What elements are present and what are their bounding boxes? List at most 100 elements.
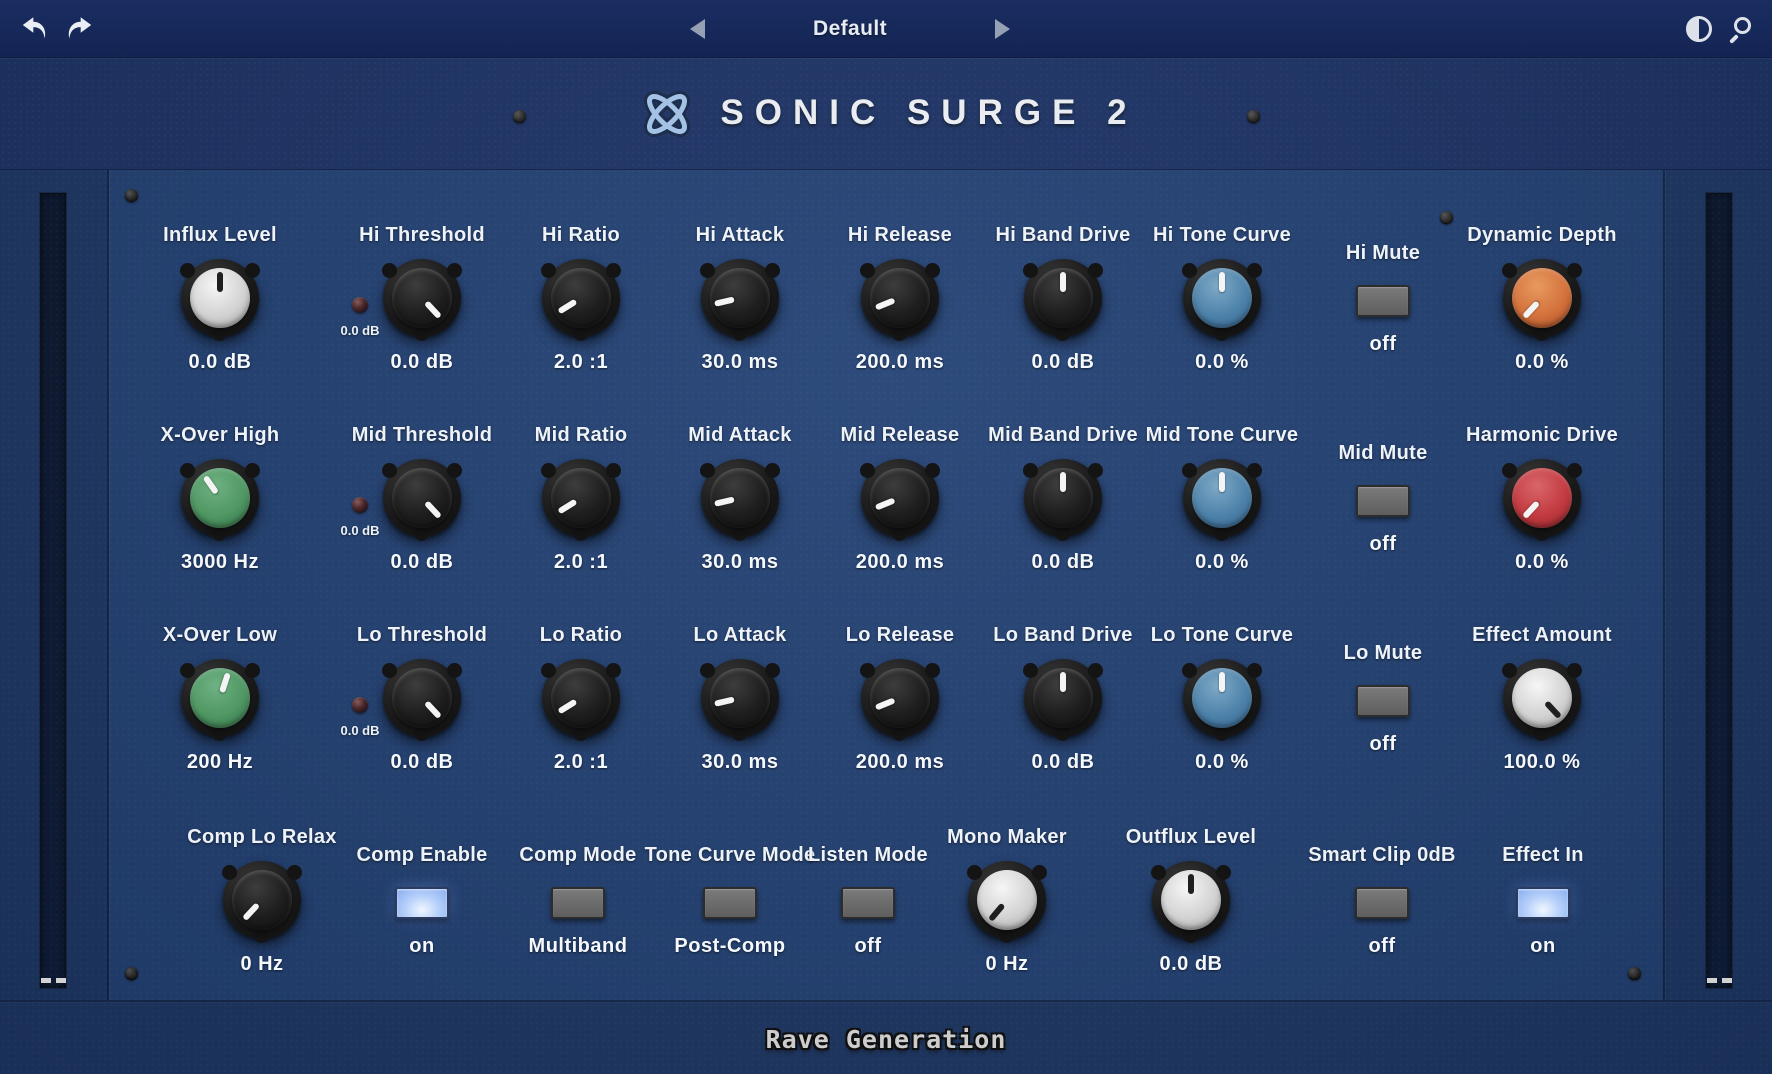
knob-notch [1534,726,1549,741]
effect-amount-label: Effect Amount [1447,623,1637,647]
knob-face [392,668,452,728]
knob-notch [414,326,429,341]
tone-curve-mode-toggle[interactable] [703,887,757,919]
hi-ratio-knob[interactable] [542,259,620,337]
mid-tone-curve-knob[interactable] [1183,459,1261,537]
next-preset-button[interactable] [995,19,1010,39]
mid-attack-knob[interactable] [701,459,779,537]
knob-notch [1055,726,1070,741]
knob-notch [180,663,195,678]
knob-pointer [1060,272,1066,292]
lo-ratio-knob[interactable] [542,659,620,737]
knob-notch [700,463,715,478]
knob-notch [765,263,780,278]
zoom-button[interactable] [1728,15,1756,43]
knob-notch [1055,526,1070,541]
knob-face [710,468,770,528]
knob-face [190,468,250,528]
influx-level-knob[interactable] [181,259,259,337]
lo-mute-toggle[interactable] [1356,685,1410,717]
knob-pointer [217,272,223,292]
contrast-theme-button[interactable] [1686,16,1712,42]
knob-pointer [1219,472,1225,492]
gain-reduction-led [352,497,368,513]
knob-notch [925,463,940,478]
hi-release-value: 200.0 ms [805,350,995,374]
undo-button[interactable] [16,11,52,47]
knob-notch [382,663,397,678]
lo-threshold-knob[interactable] [383,659,461,737]
knob-notch [541,663,556,678]
mid-band-drive-knob[interactable] [1024,459,1102,537]
lo-release-knob[interactable] [861,659,939,737]
outflux-level-knob[interactable] [1152,861,1230,939]
mid-ratio-knob[interactable] [542,459,620,537]
knob-face [977,870,1037,930]
hi-release-knob[interactable] [861,259,939,337]
comp-enable-toggle[interactable] [395,887,449,919]
knob-notch [765,663,780,678]
knob-notch [765,463,780,478]
mid-release-knob[interactable] [861,459,939,537]
knob-notch [382,263,397,278]
hi-threshold-knob[interactable] [383,259,461,337]
lo-release-value: 200.0 ms [805,750,995,774]
hi-tone-curve-knob[interactable] [1183,259,1261,337]
knob-notch [1567,463,1582,478]
knob-face [870,668,930,728]
knob-notch [1214,526,1229,541]
harmonic-drive-label: Harmonic Drive [1447,423,1637,447]
knob-face [551,468,611,528]
knob-face [392,268,452,328]
knob-notch [700,663,715,678]
comp-lo-relax-knob[interactable] [223,861,301,939]
harmonic-drive-knob[interactable] [1503,459,1581,537]
knob-notch [245,663,260,678]
knob-notch [1247,263,1262,278]
preset-name[interactable]: Default [813,17,887,41]
lo-tone-curve-knob[interactable] [1183,659,1261,737]
lo-band-drive-knob[interactable] [1024,659,1102,737]
dynamic-depth-knob[interactable] [1503,259,1581,337]
x-over-high-value: 3000 Hz [125,550,315,574]
knob-notch [925,263,940,278]
knob-face [710,668,770,728]
hi-band-drive-knob[interactable] [1024,259,1102,337]
knob-notch [1502,263,1517,278]
knob-face [870,468,930,528]
x-over-low-knob[interactable] [181,659,259,737]
smart-clip-0db-toggle[interactable] [1355,887,1409,919]
mono-maker-knob[interactable] [968,861,1046,939]
knob-notch [447,663,462,678]
title-bar: Default [0,0,1772,58]
hi-attack-knob[interactable] [701,259,779,337]
knob-face [1512,268,1572,328]
comp-mode-toggle[interactable] [551,887,605,919]
listen-mode-toggle[interactable] [841,887,895,919]
knob-notch [573,326,588,341]
effect-in-toggle[interactable] [1516,887,1570,919]
lo-attack-knob[interactable] [701,659,779,737]
hi-mute-toggle[interactable] [1356,285,1410,317]
x-over-high-knob[interactable] [181,459,259,537]
mid-mute-toggle[interactable] [1356,485,1410,517]
outflux-level-label: Outflux Level [1096,825,1286,849]
previous-preset-button[interactable] [690,19,705,39]
knob-pointer [1060,672,1066,692]
lo-release-label: Lo Release [805,623,995,647]
effect-amount-knob[interactable] [1503,659,1581,737]
toggle-group-effect-in: Effect In on [1448,843,1638,958]
mono-maker-value: 0 Hz [912,952,1102,976]
redo-button[interactable] [62,11,98,47]
knob-group-lo-release: Lo Release 200.0 ms [805,623,995,774]
dynamic-depth-value: 0.0 % [1447,350,1637,374]
influx-level-value: 0.0 dB [125,350,315,374]
gain-reduction-led [352,297,368,313]
knob-group-harmonic-drive: Harmonic Drive 0.0 % [1447,423,1637,574]
knob-notch [606,263,621,278]
knob-notch [573,726,588,741]
mid-threshold-knob[interactable] [383,459,461,537]
outflux-level-value: 0.0 dB [1096,952,1286,976]
knob-notch [606,663,621,678]
knob-notch [180,463,195,478]
